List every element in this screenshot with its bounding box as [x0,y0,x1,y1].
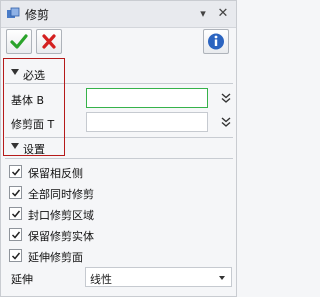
checkbox[interactable] [9,228,22,241]
check-icon [11,168,21,176]
ok-button[interactable] [6,29,32,54]
expand-chevron-icon[interactable] [220,116,232,128]
check-icon [11,210,21,218]
toolbar [1,29,236,59]
close-icon[interactable]: ✕ [215,6,231,22]
cancel-button[interactable] [36,29,62,54]
window-title: 修剪 [25,8,50,22]
checkbox-label: 保留相反侧 [28,167,83,180]
checkbox[interactable] [9,186,22,199]
checkbox-label: 延伸修剪面 [28,251,83,264]
extend-type-select[interactable]: 线性 [85,267,232,287]
checkmark-icon [10,34,28,49]
checkbox[interactable] [9,207,22,220]
info-button[interactable] [203,29,229,54]
dropdown-arrow-icon [219,276,225,280]
checkbox[interactable] [9,165,22,178]
trim-panel: 修剪 ▾ ✕ 必选 基体 B 修剪面 T 设置 保留相反侧 全部同时修剪 封口修… [0,0,237,297]
extend-label: 延伸 [11,273,33,286]
trim-face-field[interactable] [86,112,208,132]
cross-icon [42,34,56,49]
check-icon [11,189,21,197]
info-icon [208,33,224,50]
divider [5,158,233,159]
expand-chevron-icon[interactable] [220,92,232,104]
extend-type-value: 线性 [90,273,112,286]
dropdown-icon[interactable]: ▾ [195,6,211,22]
check-icon [11,231,21,239]
base-body-field[interactable] [86,88,208,108]
title-bar: 修剪 ▾ ✕ [1,1,236,28]
trim-app-icon [7,7,20,18]
checkbox[interactable] [9,249,22,262]
check-icon [11,252,21,260]
checkbox-label: 封口修剪区域 [28,209,94,222]
checkbox-label: 全部同时修剪 [28,188,94,201]
highlight-outline [3,58,65,156]
checkbox-label: 保留修剪实体 [28,230,94,243]
